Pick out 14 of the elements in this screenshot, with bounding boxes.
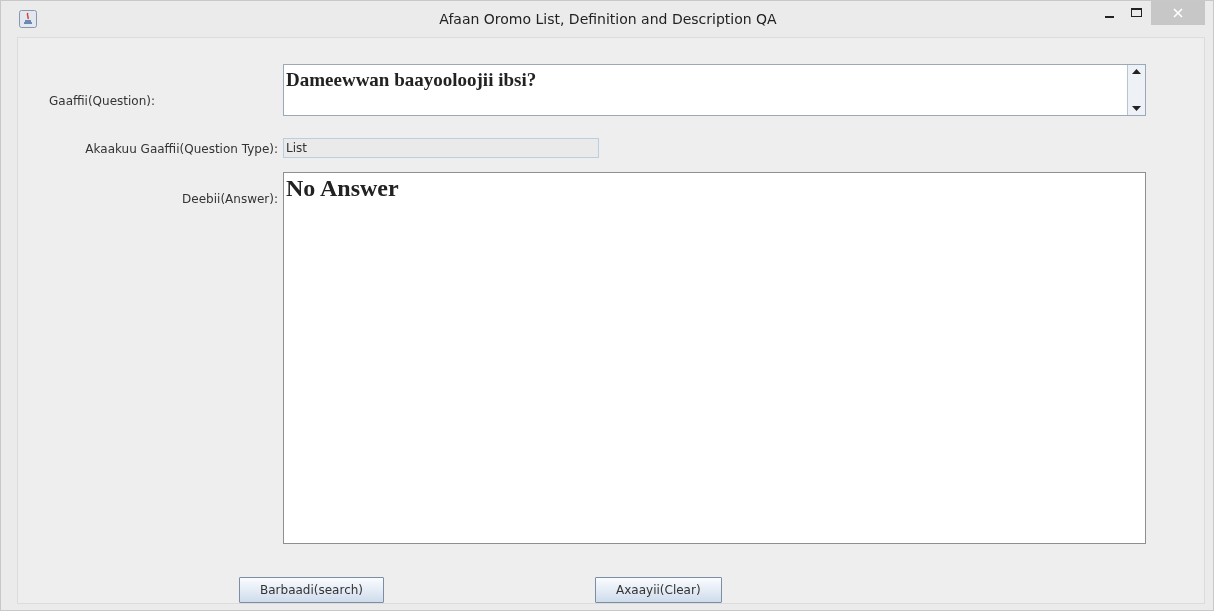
question-type-field[interactable]: List [283, 138, 599, 158]
java-icon [19, 10, 37, 28]
clear-button[interactable]: Axaayii(Clear) [595, 577, 722, 603]
question-type-label: Akaakuu Gaaffii(Question Type): [85, 141, 279, 156]
question-label: Gaaffii(Question): [48, 93, 156, 108]
window-title: Afaan Oromo List, Definition and Description QA [439, 11, 777, 27]
maximize-icon [1131, 8, 1143, 18]
minimize-icon [1104, 15, 1114, 18]
answer-label: Deebii(Answer): [182, 191, 279, 206]
scrollbar[interactable] [1127, 65, 1145, 115]
answer-field[interactable]: No Answer [283, 172, 1146, 544]
search-button[interactable]: Barbaadi(search) [239, 577, 385, 603]
question-field[interactable]: Dameewwan baayooloojii ibsi? [283, 64, 1146, 116]
close-icon [1173, 8, 1183, 18]
